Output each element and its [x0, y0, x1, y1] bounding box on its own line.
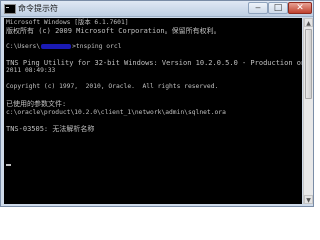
console-line: 版权所有 (c) 2009 Microsoft Corporation。保留所有… — [6, 27, 221, 35]
console-line: c:\oracle\product\10.2.0\client_1\networ… — [6, 109, 226, 116]
scroll-up-arrow-icon[interactable]: ▲ — [304, 18, 313, 27]
prompt-path: C:\Users\ — [6, 43, 41, 50]
title-bar[interactable]: 命令提示符 ‒ □ ✕ — [1, 1, 313, 17]
maximize-button[interactable]: □ — [268, 2, 288, 14]
scrollbar-thumb[interactable] — [305, 29, 312, 99]
minimize-button[interactable]: ‒ — [248, 2, 268, 14]
console-line: TNS Ping Utility for 32-bit Windows: Ver… — [6, 59, 302, 67]
console-line: 2011 08:49:33 — [6, 67, 56, 74]
text-cursor — [6, 164, 11, 166]
command-prompt-window: 命令提示符 ‒ □ ✕ Microsoft Windows [版本 6.1.76… — [0, 0, 314, 207]
console-line: 已使用的参数文件: — [6, 100, 67, 108]
window-title: 命令提示符 — [18, 4, 58, 13]
console-app-icon — [4, 4, 16, 14]
console-output[interactable]: Microsoft Windows [版本 6.1.7601] 版权所有 (c)… — [4, 18, 302, 204]
console-line: TNS-03505: 无法解析名称 — [6, 125, 95, 133]
console-line: Microsoft Windows [版本 6.1.7601] — [6, 19, 129, 26]
vertical-scrollbar[interactable]: ▲ ▼ — [303, 18, 313, 204]
scroll-down-arrow-icon[interactable]: ▼ — [304, 195, 313, 204]
close-button[interactable]: ✕ — [288, 2, 312, 14]
redacted-username — [41, 43, 72, 49]
prompt-command: >tnsping orcl — [72, 43, 122, 50]
console-line: Copyright (c) 1997, 2010, Oracle. All ri… — [6, 83, 219, 90]
console-line: C:\Users\ >tnsping orcl — [6, 43, 121, 51]
